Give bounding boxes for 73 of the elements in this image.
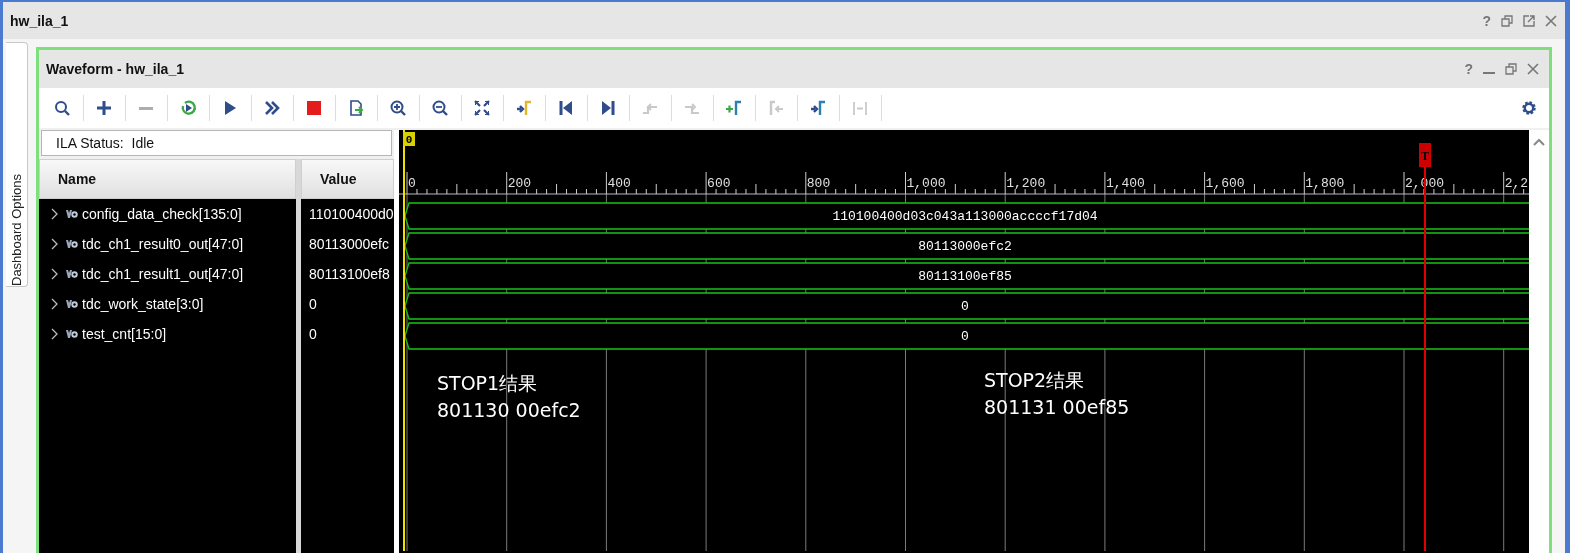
scroll-up-icon[interactable] <box>1533 138 1545 146</box>
signal-name[interactable]: config_data_check[135:0] <box>82 206 242 222</box>
bus-value: 80113000efc2 <box>918 239 1012 254</box>
signal-value: 80113100ef8 <box>309 266 390 282</box>
tick-label: 800 <box>806 176 831 191</box>
tick-label: 1,600 <box>1205 176 1245 191</box>
bus-icon <box>66 239 78 249</box>
minus-icon <box>139 106 153 110</box>
annotation-text: STOP1结果 801130 00efc2 <box>437 371 581 423</box>
export-icon <box>347 99 365 117</box>
trigger-marker[interactable]: T <box>1419 143 1431 167</box>
chevron-icon[interactable] <box>51 328 59 340</box>
bus-value: 0 <box>961 299 969 314</box>
restore-icon[interactable] <box>1501 14 1513 27</box>
close-icon[interactable] <box>1545 14 1557 27</box>
double-bracket-icon <box>851 99 869 117</box>
close-icon[interactable] <box>1527 63 1539 75</box>
tick-label: 1,800 <box>1305 176 1345 191</box>
side-tab[interactable]: Dashboard Options <box>6 42 28 287</box>
help-button[interactable]: ? <box>1464 61 1473 77</box>
pop-out-icon[interactable] <box>1523 14 1535 27</box>
tick-label: 400 <box>607 176 631 191</box>
signal-name[interactable]: test_cnt[15:0] <box>82 326 167 342</box>
search-icon <box>53 99 71 117</box>
bus-icon <box>66 209 78 219</box>
signal-value: 0 <box>309 326 317 342</box>
signal-name[interactable]: tdc_ch1_result1_out[47:0] <box>82 266 244 282</box>
origin-marker[interactable]: 0 <box>403 132 415 146</box>
chevron-icon[interactable] <box>51 208 59 220</box>
bus-value: 0 <box>961 329 969 344</box>
restore-icon[interactable] <box>1505 63 1517 75</box>
annotation-text: STOP2结果 801131 00ef85 <box>984 368 1130 420</box>
settings-icon[interactable] <box>1521 100 1537 116</box>
status-field: ILA Status: Idle <box>41 130 392 156</box>
panel-title: Waveform - hw_ila_1 <box>46 61 184 77</box>
tick-label: 600 <box>707 176 731 191</box>
tick-label: 1,000 <box>906 176 946 191</box>
skip-back-icon <box>557 99 575 117</box>
refresh-play-icon <box>179 99 197 117</box>
signal-name[interactable]: tdc_ch1_result0_out[47:0] <box>82 236 244 252</box>
plus-icon <box>95 99 113 117</box>
column-header[interactable]: Value <box>301 159 394 199</box>
tick-label: 200 <box>507 176 532 191</box>
chevron-icon[interactable] <box>51 238 59 250</box>
tick-label: 2,2 <box>1504 176 1529 191</box>
tick-label: 0 <box>408 176 416 191</box>
bus-value: 80113100ef85 <box>918 269 1012 284</box>
bracket-arrow-icon <box>767 99 785 117</box>
arrow-bracket-icon <box>515 99 533 117</box>
chevron-icon[interactable] <box>51 298 59 310</box>
stop-icon <box>305 99 323 117</box>
window-title: hw_ila_1 <box>10 12 69 29</box>
plus-bracket-icon <box>725 99 743 117</box>
column-header[interactable]: Name <box>39 159 296 199</box>
help-button[interactable]: ? <box>1482 12 1491 29</box>
skip-forward-icon <box>599 99 617 117</box>
signal-value: 110100400d0 <box>309 206 394 222</box>
scroll-bar[interactable] <box>1529 130 1549 553</box>
double-chevron-icon <box>263 99 281 117</box>
bus-icon <box>66 299 78 309</box>
chevron-icon[interactable] <box>51 268 59 280</box>
bus-icon <box>66 329 78 339</box>
signal-value: 0 <box>309 296 317 312</box>
tick-label: 1,400 <box>1105 176 1145 191</box>
arrow-bracket-icon <box>809 99 827 117</box>
tick-label: 1,200 <box>1006 176 1046 191</box>
signal-value: 80113000efc <box>309 236 389 252</box>
bus-value: 110100400d03c043a113000accccf17d04 <box>832 209 1098 224</box>
bus-icon <box>66 269 78 279</box>
zoom-out-icon <box>431 99 449 117</box>
zoom-in-icon <box>389 99 407 117</box>
expand-arrows-icon <box>473 99 491 117</box>
signal-name[interactable]: tdc_work_state[3:0] <box>82 296 204 312</box>
